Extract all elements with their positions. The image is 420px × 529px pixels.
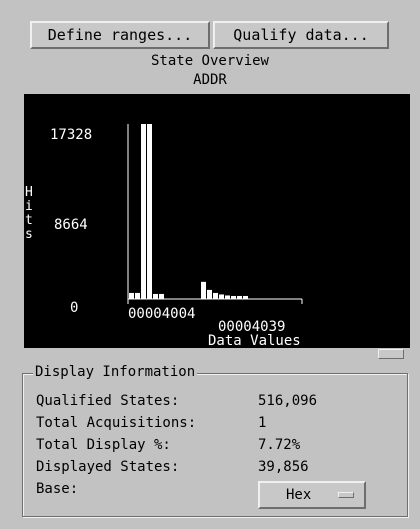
histogram-bar [135, 292, 140, 299]
qualified-states-value: 516,096 [258, 393, 318, 409]
histogram-bar [201, 281, 206, 299]
total-acquisitions-label: Total Acquisitions: [36, 415, 197, 431]
histogram-bar [141, 124, 146, 299]
histogram-bar [213, 292, 218, 299]
histogram-bar [219, 294, 224, 299]
histogram-bar [153, 293, 158, 299]
display-info-legend: Display Information [33, 363, 198, 381]
x-axis-label: Data Values [208, 333, 301, 348]
state-overview-chart: 17328 8664 0 H i t s 00004004 00004039 D… [24, 94, 410, 349]
y-axis-label-char: s [25, 227, 33, 242]
option-menu-indicator-icon [338, 492, 354, 498]
y-axis-label-char: t [25, 213, 33, 228]
total-display-percent-label: Total Display %: [36, 437, 171, 453]
y-axis-label-char: i [25, 199, 33, 214]
displayed-states-value: 39,856 [258, 459, 309, 475]
histogram-bar [225, 295, 230, 299]
chart-title: State Overview [150, 53, 269, 69]
displayed-states-label: Displayed States: [36, 459, 180, 475]
base-label: Base: [36, 481, 79, 497]
chart-scroll-thumb[interactable] [378, 349, 404, 359]
y-tick-label-max: 17328 [50, 127, 92, 143]
base-select[interactable]: Hex [258, 481, 366, 509]
qualified-states-label: Qualified States: [36, 393, 180, 409]
bars-group [129, 124, 248, 299]
chart-subtitle: ADDR [193, 72, 227, 88]
define-ranges-button[interactable]: Define ranges... [30, 21, 210, 49]
y-axis-label: H i t s [25, 185, 33, 242]
y-axis-label-char: H [25, 185, 33, 200]
x-tick-label-start: 00004004 [128, 306, 195, 322]
histogram-bar [129, 292, 134, 299]
histogram-bar [207, 289, 212, 299]
total-display-percent-value: 7.72% [258, 437, 301, 453]
histogram-bar [147, 124, 152, 299]
y-tick-label-zero: 0 [70, 300, 78, 316]
qualify-data-button[interactable]: Qualify data... [213, 21, 389, 49]
histogram-bar [159, 293, 164, 299]
total-acquisitions-value: 1 [258, 415, 267, 431]
y-tick-label-mid: 8664 [54, 217, 88, 233]
base-select-value: Hex [286, 487, 312, 503]
